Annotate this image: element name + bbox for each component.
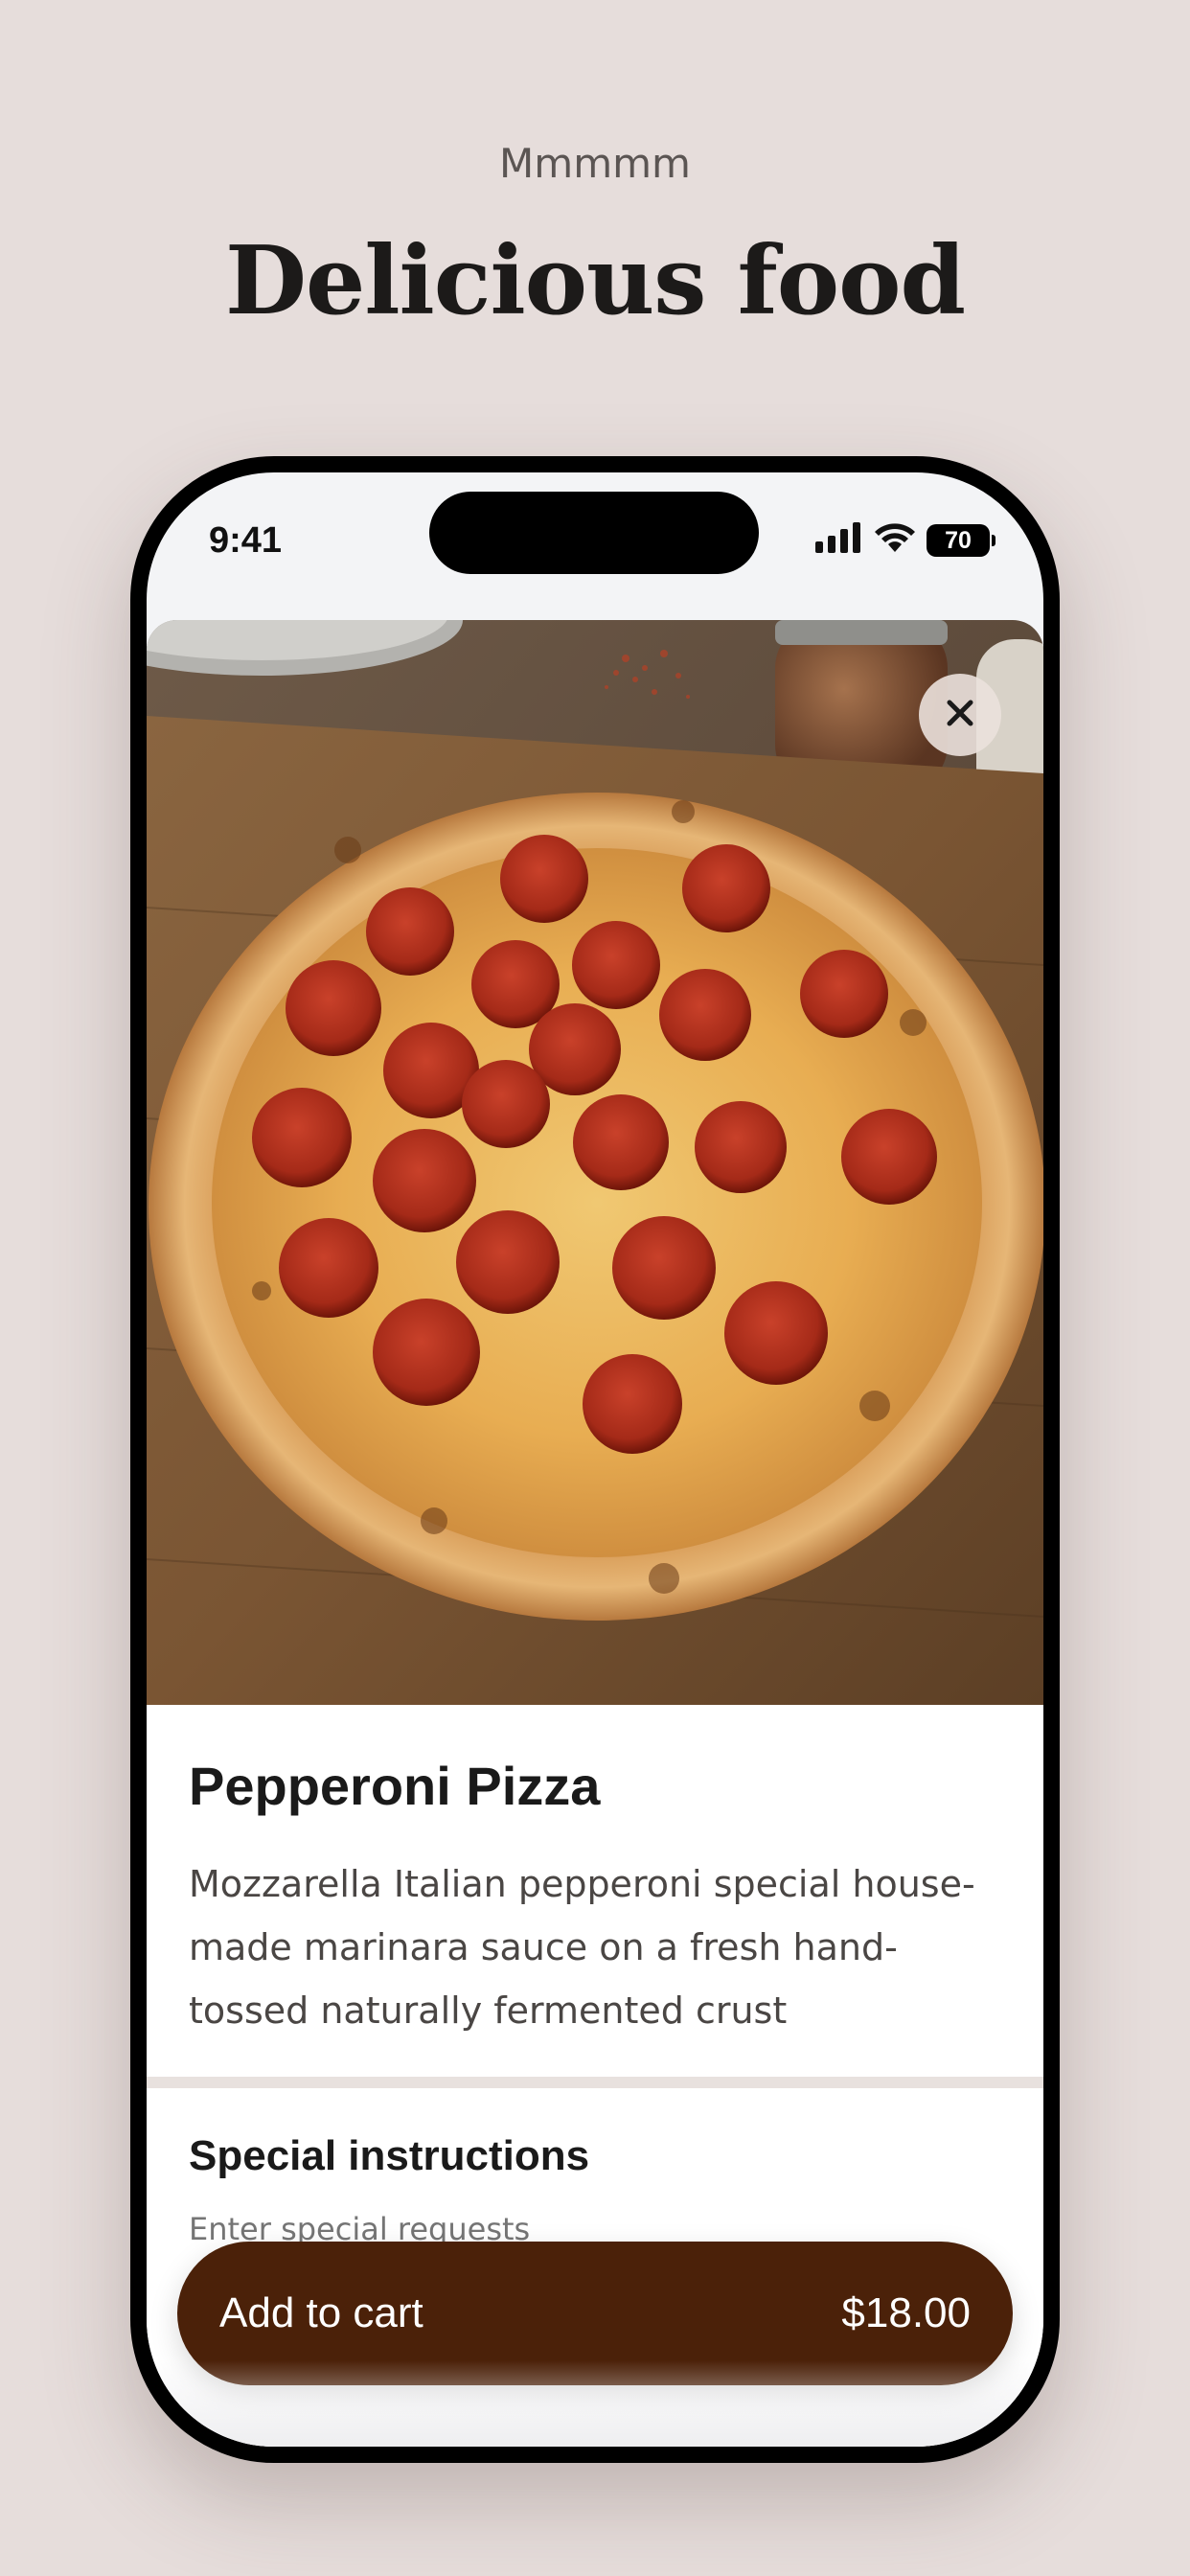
product-sheet: Pepperoni Pizza Mozzarella Italian peppe… — [147, 620, 1043, 2447]
cellular-signal-icon — [815, 522, 863, 558]
page-headline: Delicious food — [224, 226, 966, 336]
cart-price: $18.00 — [841, 2289, 971, 2336]
section-divider — [147, 2077, 1043, 2088]
special-instructions-title: Special instructions — [189, 2132, 590, 2179]
close-button[interactable] — [919, 674, 1001, 756]
status-icons: 70 — [815, 522, 995, 558]
close-icon — [944, 697, 976, 734]
dynamic-island — [429, 492, 759, 574]
eyebrow-text: Mmmmm — [499, 140, 691, 187]
home-indicator-area — [147, 2360, 1043, 2447]
product-description: Mozzarella Italian pepperoni special hou… — [189, 1863, 975, 2032]
product-title: Pepperoni Pizza — [189, 1756, 601, 1816]
pizza-illustration — [147, 620, 1043, 1705]
wifi-icon — [873, 522, 917, 558]
status-time: 9:41 — [209, 520, 283, 561]
phone-frame: 9:41 70 Pepperoni Pizza Mozzarella Itali… — [130, 456, 1060, 2463]
add-to-cart-label: Add to cart — [219, 2289, 423, 2336]
status-bar: 9:41 70 — [147, 472, 1043, 616]
battery-icon: 70 — [927, 523, 995, 557]
product-image — [147, 620, 1043, 1705]
